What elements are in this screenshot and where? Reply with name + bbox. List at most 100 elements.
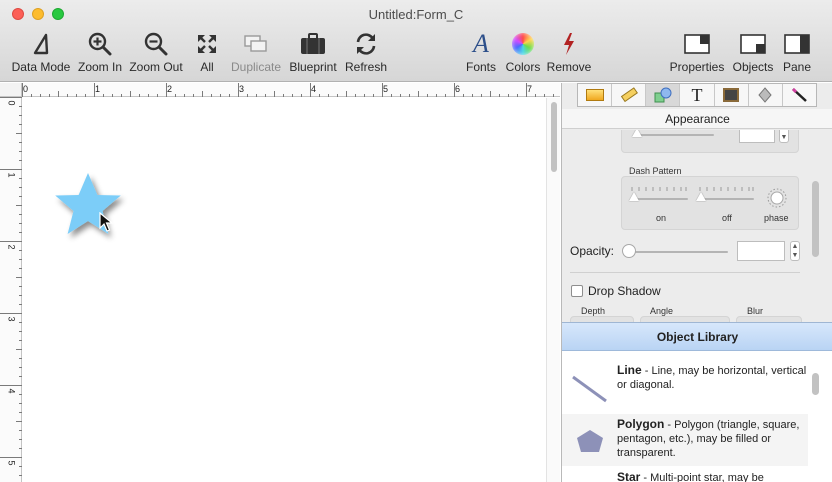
tab-ruler[interactable] [612, 84, 647, 106]
ruler-top-label: 3 [239, 84, 245, 94]
line-width-slider[interactable] [632, 130, 642, 137]
tab-text[interactable]: T [680, 84, 715, 106]
dash-off-slider[interactable] [696, 192, 706, 201]
all-label: All [200, 60, 214, 74]
window-title: Untitled:Form_C [368, 7, 464, 22]
properties-button[interactable]: Properties [668, 28, 726, 74]
zoom-in-label: Zoom In [77, 60, 122, 74]
object-library: Object Library Line - Line, may be horiz… [562, 322, 832, 482]
library-item-polygon[interactable]: Polygon - Polygon (triangle, square, pen… [562, 414, 808, 466]
opacity-slider[interactable] [622, 244, 636, 258]
tab-procedures[interactable] [783, 84, 816, 106]
text-t-icon: T [691, 84, 703, 105]
opacity-field[interactable] [737, 241, 785, 261]
library-item-desc: Multi-point star, may be [650, 472, 764, 482]
lightning-bolt-icon [564, 33, 574, 55]
blueprint-button[interactable]: Blueprint [288, 28, 338, 74]
library-item-line[interactable]: Line - Line, may be horizontal, vertical… [562, 363, 808, 411]
refresh-label: Refresh [344, 60, 388, 74]
colors-button[interactable]: Colors [504, 28, 542, 74]
ruler-top-label: 1 [95, 84, 101, 94]
tab-data[interactable] [749, 84, 783, 106]
ruler-top-label: 2 [167, 84, 173, 94]
dash-pattern-label: Dash Pattern [629, 166, 682, 176]
remove-button[interactable]: Remove [546, 28, 592, 74]
library-item-name: Polygon [617, 417, 665, 431]
ruler-corner [0, 83, 22, 97]
dash-phase-label: phase [764, 213, 789, 223]
dash-off-label: off [722, 213, 732, 223]
ruler-left-label: 4 [6, 388, 17, 394]
shapes-icon [654, 87, 672, 103]
ruler-left-label: 5 [6, 460, 17, 466]
fonts-button[interactable]: A Fonts [464, 28, 498, 75]
ruler-top-label: 6 [455, 84, 461, 94]
all-button[interactable]: All [194, 28, 220, 74]
inspector-section-title: Appearance [562, 109, 832, 129]
ruler-left-label: 0 [6, 100, 17, 106]
horizontal-ruler: 0 1 2 3 4 5 6 7 [22, 83, 560, 97]
ruler-left-label: 2 [6, 244, 17, 250]
zoom-out-button[interactable]: Zoom Out [128, 28, 184, 74]
refresh-button[interactable]: Refresh [344, 28, 388, 74]
ruler-left-label: 1 [6, 172, 17, 178]
drawing-canvas[interactable] [23, 98, 546, 482]
library-scroll-thumb[interactable] [812, 373, 819, 395]
wand-icon [792, 87, 808, 102]
phase-dial[interactable] [766, 187, 788, 209]
objects-pane-icon [740, 34, 766, 54]
dash-pattern-box: on off phase [621, 176, 799, 230]
dash-on-label: on [656, 213, 667, 223]
refresh-icon [356, 33, 376, 55]
ruler-top-label: 7 [527, 84, 533, 94]
depth-label: Depth [581, 306, 606, 316]
data-mode-button[interactable]: Data Mode [10, 28, 72, 74]
vertical-ruler: 0 1 2 3 4 5 [0, 97, 22, 482]
ruler-top-label: 5 [383, 84, 389, 94]
inspector-panel: T Appearance ▲▼ Dash Pattern [561, 83, 832, 482]
properties-pane-icon [684, 34, 710, 54]
line-shape-icon [572, 375, 607, 403]
objects-button[interactable]: Objects [732, 28, 774, 74]
objects-label: Objects [732, 60, 774, 74]
pane-button[interactable]: Pane [782, 28, 812, 74]
drop-shadow-checkbox[interactable] [571, 285, 583, 297]
ruler-icon [620, 87, 638, 103]
diamond-icon [758, 87, 772, 103]
inspector-scroll-thumb[interactable] [812, 181, 819, 257]
duplicate-icon [244, 35, 267, 52]
tab-image[interactable] [715, 84, 749, 106]
colors-label: Colors [505, 60, 541, 74]
font-a-icon: A [473, 29, 489, 58]
library-item-name: Line [617, 363, 642, 377]
line-width-stepper[interactable]: ▲▼ [779, 130, 789, 143]
canvas-vertical-scrollbar[interactable] [546, 98, 560, 482]
titlebar: Untitled:Form_C Data Mode Zoom In Zoom O… [0, 0, 832, 82]
zoom-out-label: Zoom Out [129, 60, 183, 74]
duplicate-button[interactable]: Duplicate [230, 28, 282, 74]
zoom-out-icon [144, 32, 168, 56]
duplicate-label: Duplicate [230, 60, 282, 74]
tab-fill[interactable] [578, 84, 613, 106]
expand-arrows-icon [198, 35, 216, 53]
data-mode-label: Data Mode [11, 60, 71, 74]
line-width-box: ▲▼ [621, 130, 799, 153]
properties-label: Properties [669, 60, 725, 74]
opacity-label: Opacity: [570, 244, 615, 258]
dash-on-slider[interactable] [629, 192, 639, 201]
canvas-scroll-thumb[interactable] [551, 102, 557, 172]
paint-swatch-icon [585, 89, 604, 101]
line-width-field[interactable] [739, 130, 775, 143]
opacity-stepper[interactable]: ▲ ▼ [790, 241, 800, 261]
appearance-section: ▲▼ Dash Pattern on off phase O [562, 130, 832, 324]
pentagon-icon [577, 430, 603, 452]
mouse-cursor-icon [99, 212, 113, 232]
fonts-label: Fonts [465, 60, 496, 74]
zoom-in-button[interactable]: Zoom In [76, 28, 124, 74]
library-item-desc: Line, may be horizontal, vertical or dia… [617, 365, 807, 391]
app-window: Untitled:Form_C Data Mode Zoom In Zoom O… [0, 0, 832, 482]
tab-shapes[interactable] [646, 84, 681, 106]
angle-label: Angle [650, 306, 674, 316]
library-item-name: Star [617, 470, 641, 482]
library-item-star[interactable]: Star - Multi-point star, may be [562, 470, 808, 482]
